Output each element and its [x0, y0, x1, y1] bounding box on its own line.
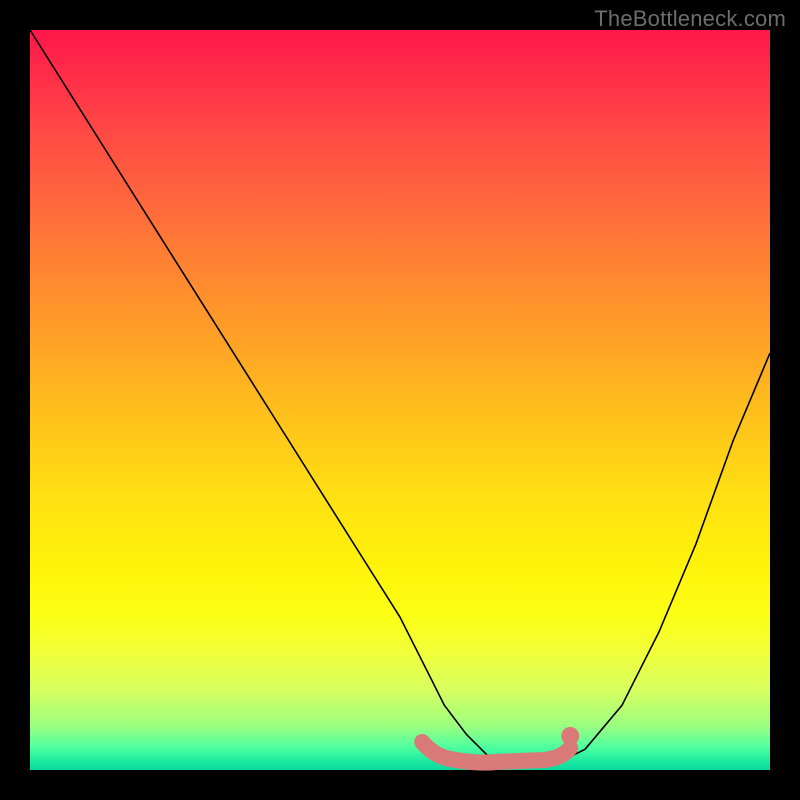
plot-area — [30, 30, 770, 770]
watermark-text: TheBottleneck.com — [594, 6, 786, 32]
curve-left — [30, 30, 489, 757]
curve-right — [585, 353, 770, 749]
knee-marker — [561, 727, 579, 745]
chart-frame: TheBottleneck.com — [0, 0, 800, 800]
valley-highlight — [422, 742, 570, 763]
curve-layer — [30, 30, 770, 770]
